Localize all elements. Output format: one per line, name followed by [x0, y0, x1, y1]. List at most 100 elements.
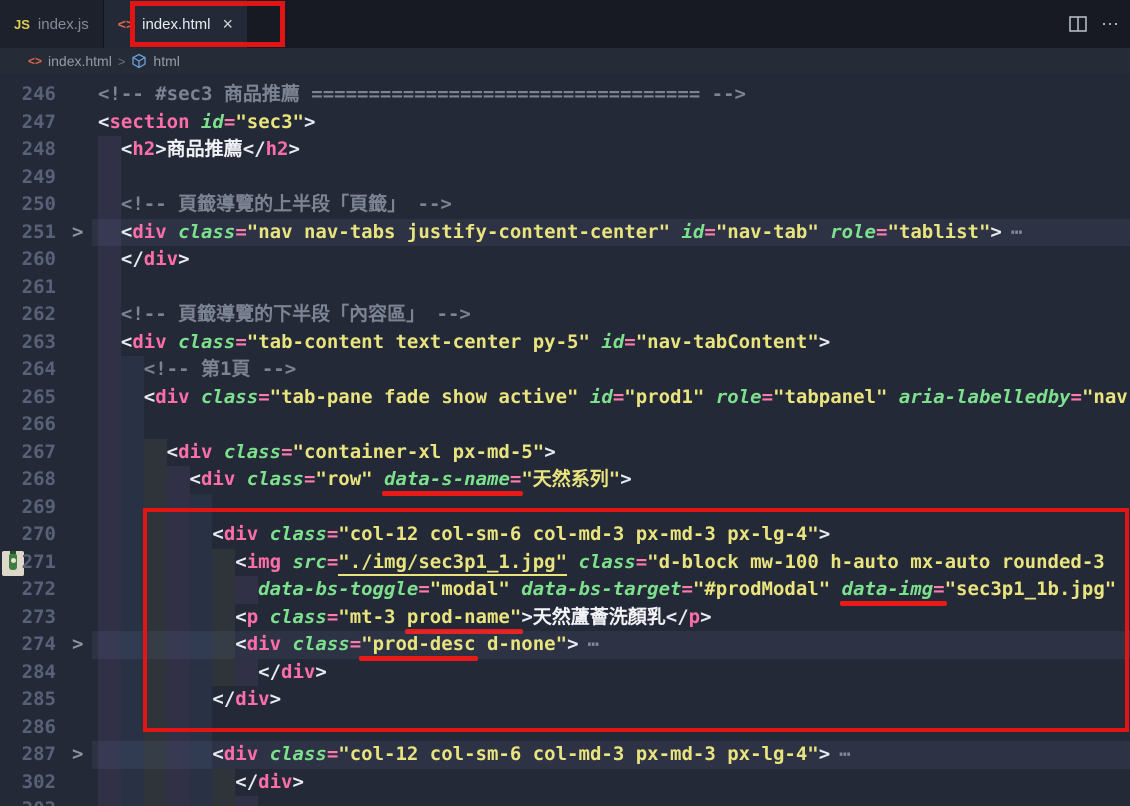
code-line-249[interactable]: 249 [0, 164, 1130, 192]
indent-guide [98, 411, 121, 439]
line-number: 273 [0, 604, 56, 632]
code-line-303[interactable]: 303 [0, 796, 1130, 806]
line-number: 247 [0, 109, 56, 137]
indent-guide [144, 686, 167, 714]
breadcrumb: <> index.html > html [0, 48, 1130, 74]
indent-guide [98, 494, 121, 522]
code-text: <!-- 第1頁 --> [144, 356, 296, 384]
indent-guide [190, 576, 213, 604]
code-text: <div class="row" data-s-name="天然系列"> [190, 466, 632, 494]
indent-guide [144, 576, 167, 604]
code-line-271[interactable]: 271<img src="./img/sec3p1_1.jpg" class="… [0, 549, 1130, 577]
editor-tab-bar: JS index.js <> index.html × ⋯ [0, 0, 1130, 48]
code-line-261[interactable]: 261 [0, 274, 1130, 302]
code-line-262[interactable]: 262 <!-- 頁籤導覽的下半段「內容區」 --> [0, 301, 1130, 329]
code-line-302[interactable]: 302</div> [0, 769, 1130, 797]
code-line-286[interactable]: 286 [0, 714, 1130, 742]
more-actions-icon[interactable]: ⋯ [1101, 14, 1120, 35]
code-line-250[interactable]: 250<!-- 頁籤導覽的上半段「頁籤」 --> [0, 191, 1130, 219]
line-number: 246 [0, 81, 56, 109]
folded-code-ellipsis-icon[interactable]: ⋯ [588, 633, 599, 655]
code-text: </div> [212, 686, 281, 714]
indent-guide [98, 521, 121, 549]
html-code-icon: <> [28, 54, 42, 68]
line-number: 269 [0, 494, 56, 522]
code-line-246[interactable]: 246<!-- #sec3 商品推薦 =====================… [0, 81, 1130, 109]
code-line-263[interactable]: 263<div class="tab-content text-center p… [0, 329, 1130, 357]
code-line-264[interactable]: 264<!-- 第1頁 --> [0, 356, 1130, 384]
code-line-265[interactable]: 265<div class="tab-pane fade show active… [0, 384, 1130, 412]
code-editor[interactable]: 245246<!-- #sec3 商品推薦 ==================… [0, 74, 1130, 806]
indent-guide [98, 246, 121, 274]
line-number: 284 [0, 659, 56, 687]
code-text: <!-- 頁籤導覽的上半段「頁籤」 --> [121, 191, 452, 219]
indent-guide [190, 631, 213, 659]
indent-guide [121, 549, 144, 577]
red-underline-annotation: prod-name" [407, 606, 521, 628]
code-line-272[interactable]: 272data-bs-toggle="modal" data-bs-target… [0, 576, 1130, 604]
code-line-270[interactable]: 270<div class="col-12 col-sm-6 col-md-3 … [0, 521, 1130, 549]
indent-guide [190, 604, 213, 632]
red-underline-annotation: "prod-desc [361, 633, 475, 655]
fold-chevron-icon[interactable]: > [72, 219, 83, 247]
tab-index-js[interactable]: JS index.js [0, 0, 104, 48]
indent-guide [121, 659, 144, 687]
indent-guide [121, 686, 144, 714]
fold-chevron-icon[interactable]: > [72, 631, 83, 659]
code-text: <div class="tab-pane fade show active" i… [144, 384, 1128, 412]
code-line-245[interactable]: 245 [0, 74, 1130, 81]
code-line-260[interactable]: 260</div> [0, 246, 1130, 274]
code-line-287[interactable]: 287 > <div class="col-12 col-sm-6 col-md-3… [0, 741, 1130, 769]
indent-guide [98, 466, 121, 494]
indent-guide [121, 439, 144, 467]
line-number: 249 [0, 164, 56, 192]
folded-code-ellipsis-icon[interactable]: ⋯ [839, 743, 850, 765]
indent-guide [98, 549, 121, 577]
code-line-273[interactable]: 273 <p class="mt-3 prod-name">天然蘆薈洗顏乳</p> [0, 604, 1130, 632]
line-number: 245 [0, 74, 56, 81]
indent-guide [167, 686, 190, 714]
line-number: 262 [0, 301, 56, 329]
code-line-285[interactable]: 285</div> [0, 686, 1130, 714]
line-number: 286 [0, 714, 56, 742]
line-number: 251 [0, 219, 56, 247]
breadcrumb-item-symbol[interactable]: html [153, 53, 179, 69]
code-text: <div class="col-12 col-sm-6 col-md-3 px-… [212, 741, 850, 769]
line-number: 287 [0, 741, 56, 769]
indent-guide [167, 466, 190, 494]
code-line-267[interactable]: 267<div class="container-xl px-md-5"> [0, 439, 1130, 467]
code-line-269[interactable]: 269 [0, 494, 1130, 522]
code-line-248[interactable]: 248<h2>商品推薦</h2> [0, 136, 1130, 164]
line-number: 268 [0, 466, 56, 494]
tab-index-html[interactable]: <> index.html × [104, 0, 247, 48]
code-line-284[interactable]: 284</div> [0, 659, 1130, 687]
indent-guide [98, 136, 121, 164]
code-line-247[interactable]: 247<section id="sec3"> [0, 109, 1130, 137]
indent-guide [98, 769, 121, 797]
split-editor-icon[interactable] [1069, 16, 1087, 32]
indent-guide [167, 521, 190, 549]
indent-guide [98, 741, 121, 769]
red-underline-annotation: = [933, 578, 944, 600]
fold-chevron-icon[interactable]: > [72, 741, 83, 769]
indent-guide [121, 769, 144, 797]
editor-actions: ⋯ [1069, 0, 1120, 48]
folded-code-ellipsis-icon[interactable]: ⋯ [1011, 221, 1022, 243]
line-number: 261 [0, 274, 56, 302]
code-text: <div class="nav nav-tabs justify-content… [121, 219, 1022, 247]
breadcrumb-separator: > [118, 54, 126, 69]
code-line-268[interactable]: 268 <div class="row" data-s-name="天然系列"> [0, 466, 1130, 494]
code-text: <!-- 頁籤導覽的下半段「內容區」 --> [121, 301, 471, 329]
close-icon[interactable]: × [223, 15, 234, 33]
indent-guide [212, 796, 235, 806]
code-text: <p class="mt-3 prod-name">天然蘆薈洗顏乳</p> [235, 604, 711, 632]
indent-guide [167, 796, 190, 806]
breadcrumb-item-file[interactable]: index.html [48, 53, 112, 69]
tab-label: index.html [142, 16, 210, 33]
code-line-251[interactable]: 251 > <div class="nav nav-tabs justify-con… [0, 219, 1130, 247]
indent-guide [167, 494, 190, 522]
code-line-266[interactable]: 266 [0, 411, 1130, 439]
indent-guide [190, 714, 213, 742]
symbol-module-icon [131, 53, 147, 69]
code-line-274[interactable]: 274><div class="prod-desc d-none">⋯ [0, 631, 1130, 659]
